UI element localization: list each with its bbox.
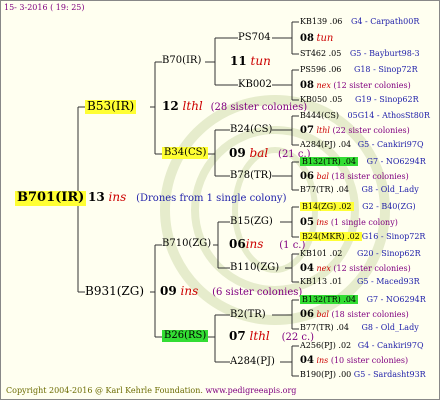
g4-entry[interactable]: KB139 .06 G4 - Carpath00R [300,17,419,26]
g4-entry[interactable]: KB113 .01 G5 - Maced93R [300,277,420,286]
colony-b34[interactable]: B34(CS) [162,147,209,159]
colony-b110[interactable]: B110(ZG) [230,262,279,274]
colony-a284[interactable]: A284(PJ) [230,356,275,368]
g4-line: 04 nex (12 sister colonies) [300,263,411,274]
g4-entry[interactable]: B190(PJ) .00 G5 - Sardasht93R [300,370,426,379]
g4-entry[interactable]: ST462 .05 G5 - Bayburt98-3 [300,49,420,58]
colony-b15[interactable]: B15(ZG) [230,216,273,228]
colony-b24[interactable]: B24(CS) [230,124,272,136]
g4-line: 06 bal (18 sister colonies) [300,309,409,320]
colony-b710[interactable]: B710(ZG) [162,238,211,250]
g4-entry[interactable]: A284(PJ) .04 G5 - Cankiri97Q [300,140,424,149]
dam-b931-info: 09 ins (6 sister colonies) [160,284,303,298]
g4-line: 08 nex (12 sister colonies) [300,80,411,91]
g4-line: 04 ins (10 sister colonies) [300,355,409,366]
g4-entry[interactable]: B14(ZG) .02 G2 - B40(ZG) [300,202,416,211]
g4-entry[interactable]: KB101 .02 G20 - Sinop62R [300,249,421,258]
root-info: 13 ins (Drones from 1 single colony) [88,190,287,204]
colony-ps704[interactable]: PS704 [238,32,271,44]
g4-entry[interactable]: B24(MKR) .02 G16 - Sinop72R [300,232,425,241]
g4-line: 07 lthl (22 sister colonies) [300,125,410,136]
g4-entry[interactable]: A256(PJ) .02 G4 - Cankiri97Q [300,341,424,350]
date-stamp: 15- 3-2016 ( 19: 25) [4,3,85,12]
g4-line: 08 tun [300,33,334,44]
root-colony[interactable]: B701(IR) [15,190,87,206]
colony-b26[interactable]: B26(RS) [162,330,209,342]
sire-b53-info: 12 lthl (28 sister colonies) [162,99,308,113]
colony-b2[interactable]: B2(TR) [230,309,266,321]
g4-entry[interactable]: PS596 .06 G18 - Sinop72R [300,65,418,74]
g4-entry[interactable]: B132(TR) .04 G7 - NO6294R [300,295,426,304]
colony-kb002[interactable]: KB002 [238,79,272,91]
colony-b34-info: 09 bal (21 c.) [229,146,311,160]
pedigree-chart: 15- 3-2016 ( 19: 25) Copyright 2004-2016… [0,0,440,400]
g4-entry[interactable]: B77(TR) .04 G8 - Old_Lady [300,323,419,332]
copyright: Copyright 2004-2016 @ Karl Kehrle Founda… [6,386,297,395]
colony-b70-info: 11 tun [230,54,271,68]
g4-entry[interactable]: KB050 .05 G19 - Sinop62R [300,95,419,104]
g4-line: 06 bal (18 sister colonies) [300,171,409,182]
website-link[interactable]: www.pedigreeapis.org [205,386,296,395]
colony-b710-info: 06ins (1 c.) [229,237,306,251]
sire-b53[interactable]: B53(IR) [85,99,137,114]
g4-entry[interactable]: B444(CS) 05G14 - AthosSt80R [300,111,430,120]
dam-b931[interactable]: B931(ZG) [85,284,144,299]
g4-entry[interactable]: B132(TR) .04 G7 - NO6294R [300,157,426,166]
g4-entry[interactable]: B77(TR) .04 G8 - Old_Lady [300,185,419,194]
colony-b78[interactable]: B78(TR) [230,170,272,182]
colony-b70[interactable]: B70(IR) [162,55,201,67]
g4-line: 05 ins (1 single colony) [300,217,398,228]
